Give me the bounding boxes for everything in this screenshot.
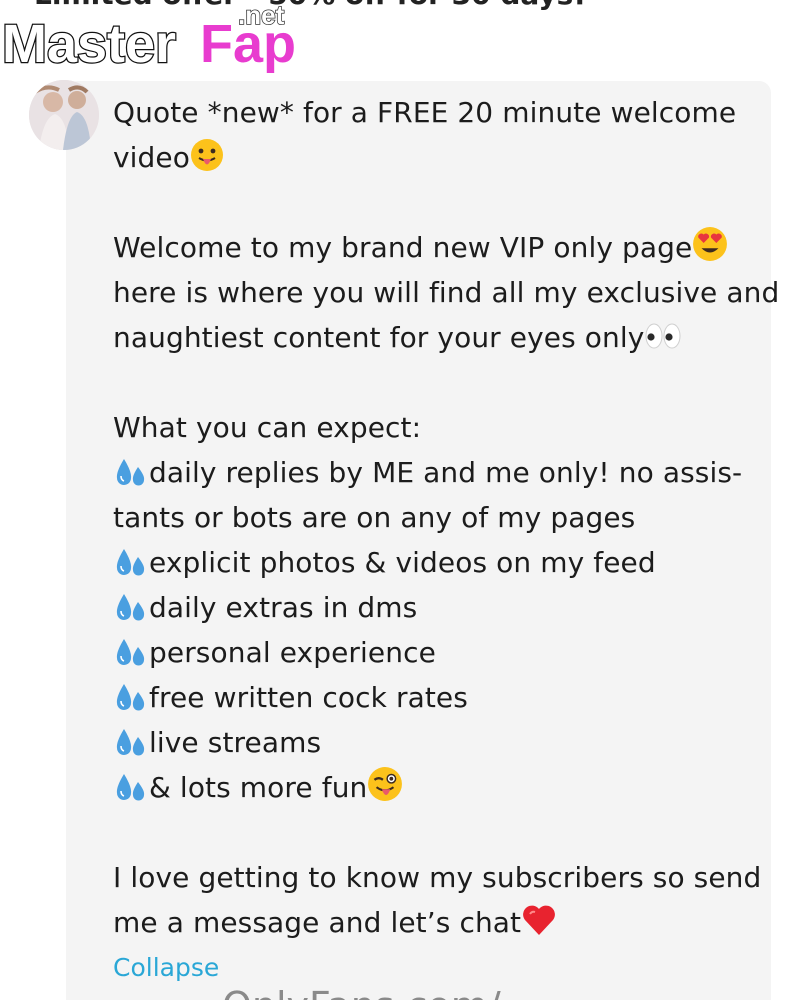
watermark-text-net: .net [238,0,285,30]
sweat-droplets-icon [113,590,149,635]
eyes-icon [644,320,682,365]
message-line: I love getting to know my subscribers so… [113,861,762,894]
message-line: Welcome to my brand new VIP only page [113,225,753,270]
message-line: Quote *new* for a FREE 20 minute welcome [113,96,737,129]
message-text: Quote *new* for a FREE 20 minute welcome… [113,90,780,945]
message-line: tants or bots are on any of my pages [113,501,636,534]
message-line: live streams [113,720,753,765]
watermark-text-master: Master [2,14,176,74]
sweat-droplets-icon [113,680,149,725]
site-watermark-logo: Master Fap .net [1,0,297,75]
message-spacer [113,360,753,405]
message-line: me a message and let’s chat [113,900,753,945]
message-line: & lots more fun [113,765,753,810]
profile-photo-icon [29,80,99,150]
sweat-droplets-icon [113,635,149,680]
profile-link-text[interactable]: OnlyFans.com/... [222,984,537,1000]
message-line: naughtiest content for your eyes only [113,315,753,360]
heart-eyes-icon [692,226,728,275]
message-line: daily extras in dms [113,585,753,630]
face-with-tongue-icon [190,138,224,185]
message-line: What you can expect: [113,411,422,444]
winking-face-with-tongue-icon [367,766,403,815]
message-line: explicit photos & videos on my feed [113,540,753,585]
screenshot-page: Limited offer - 50% off for 30 days! Mas… [0,0,803,1000]
message-line: free written cock rates [113,675,753,720]
message-spacer [113,810,753,855]
message-spacer [113,180,753,225]
sweat-droplets-icon [113,455,149,500]
message-line: here is where you will find all my exclu… [113,276,780,309]
sweat-droplets-icon [113,725,149,770]
collapse-link[interactable]: Collapse [113,953,219,982]
message-line: personal experience [113,630,753,675]
message-line: daily replies by ME and me only! no assi… [113,450,753,495]
sweat-droplets-icon [113,545,149,590]
sweat-droplets-icon [113,770,149,815]
message-line: video [113,135,753,180]
red-heart-icon [521,903,557,950]
avatar[interactable] [29,80,99,150]
